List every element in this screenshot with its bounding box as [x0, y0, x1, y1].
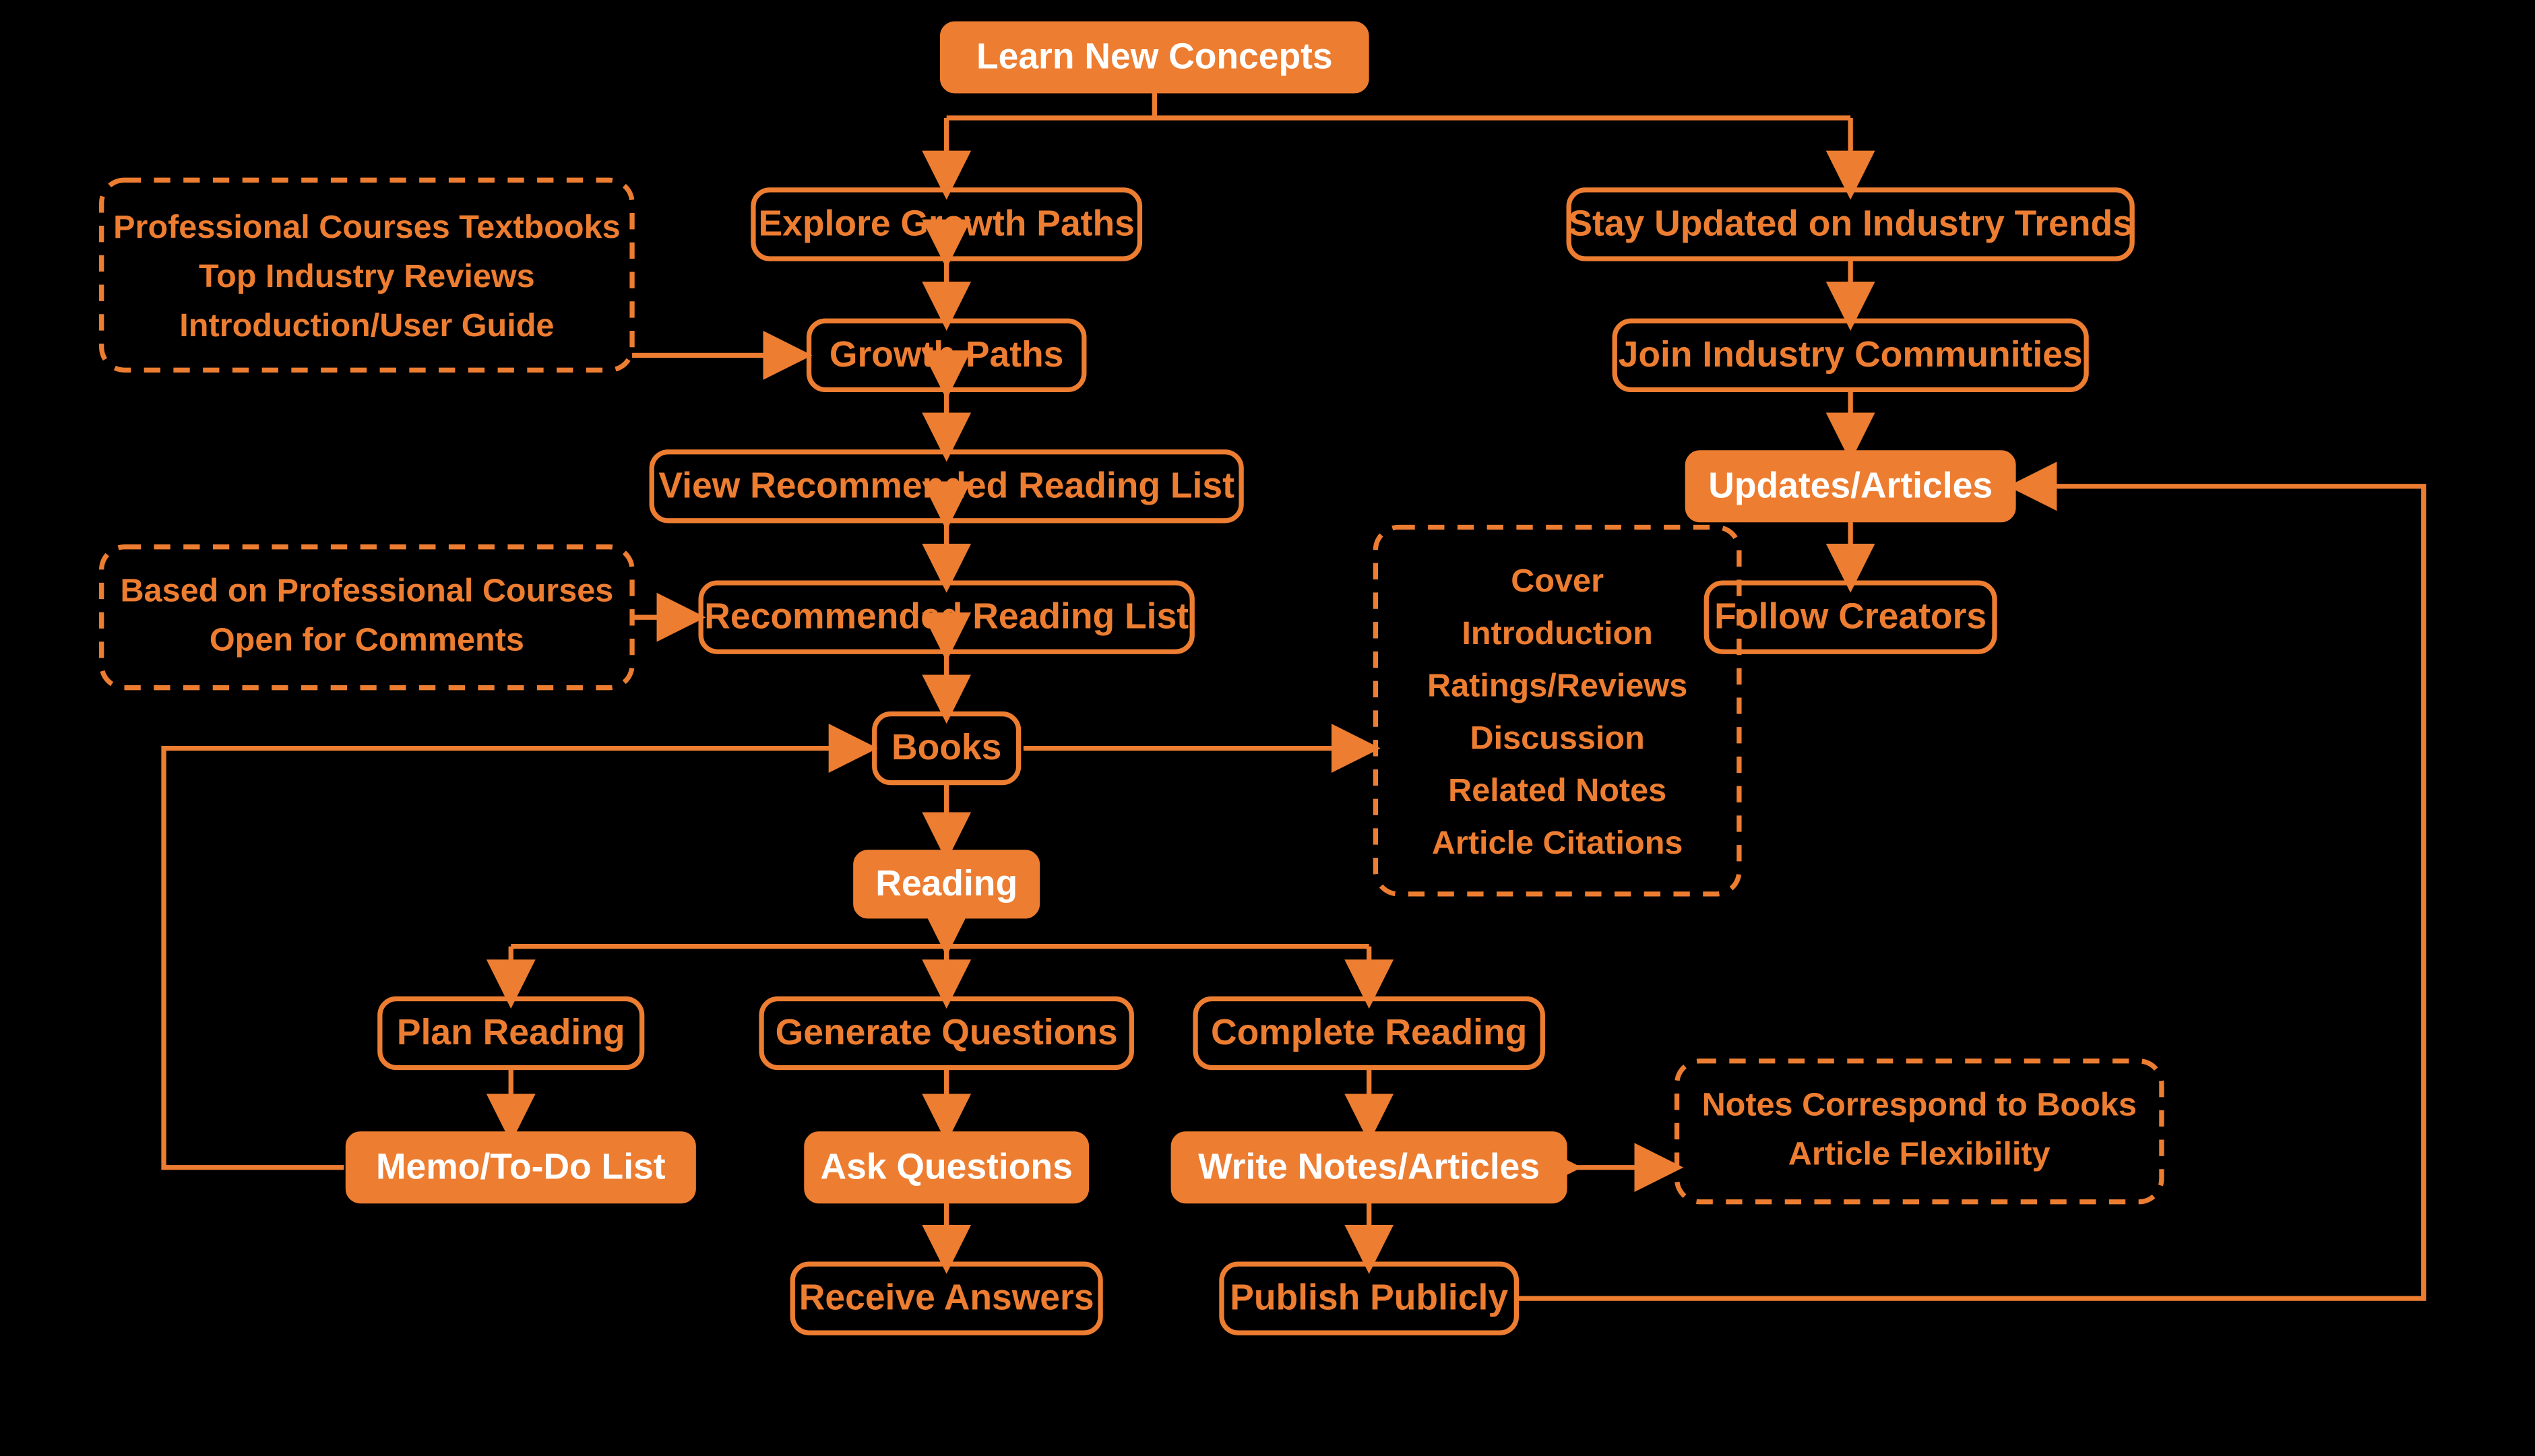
node-updates-articles-label: Updates/Articles	[1708, 466, 1993, 505]
node-growth-paths-label: Growth Paths	[830, 335, 1063, 375]
node-reading-label: Reading	[875, 864, 1018, 904]
note-reading-line2: Open for Comments	[210, 621, 524, 658]
node-explore-growth-label: Explore Growth Paths	[758, 203, 1134, 243]
node-write-notes-label: Write Notes/Articles	[1198, 1147, 1540, 1186]
note-growth-line2: Top Industry Reviews	[199, 258, 535, 294]
note-books-line5: Related Notes	[1448, 772, 1666, 809]
node-learn-label: Learn New Concepts	[976, 37, 1333, 77]
note-books-line4: Discussion	[1470, 720, 1645, 756]
node-follow-creators-label: Follow Creators	[1714, 597, 1986, 637]
node-books-label: Books	[891, 728, 1001, 767]
note-growth-line3: Introduction/User Guide	[179, 307, 554, 344]
note-reading-line1: Based on Professional Courses	[120, 573, 613, 609]
node-plan-reading-label: Plan Reading	[397, 1013, 625, 1052]
node-gen-questions-label: Generate Questions	[776, 1013, 1118, 1052]
note-books-line2: Introduction	[1462, 615, 1652, 652]
node-join-communities-label: Join Industry Communities	[1619, 335, 2083, 375]
node-complete-reading-label: Complete Reading	[1211, 1013, 1527, 1052]
node-view-reading-label: View Recommended Reading List	[658, 466, 1234, 505]
note-notes-line2: Article Flexibility	[1788, 1136, 2051, 1172]
node-memo-label: Memo/To-Do List	[376, 1147, 666, 1186]
note-notes-line1: Notes Correspond to Books	[1702, 1087, 2137, 1123]
node-ask-questions-label: Ask Questions	[821, 1147, 1073, 1186]
node-stay-updated-label: Stay Updated on Industry Trends	[1568, 203, 2133, 243]
node-publish-label: Publish Publicly	[1230, 1278, 1508, 1318]
note-reading	[102, 547, 632, 688]
note-notes	[1677, 1061, 2162, 1202]
note-books-line3: Ratings/Reviews	[1427, 668, 1687, 704]
note-growth-line1: Professional Courses Textbooks	[113, 209, 621, 245]
node-rec-reading-label: Recommended Reading List	[704, 597, 1189, 637]
note-books-line6: Article Citations	[1432, 825, 1683, 861]
node-receive-answers-label: Receive Answers	[799, 1278, 1094, 1318]
note-books-line1: Cover	[1511, 563, 1604, 599]
